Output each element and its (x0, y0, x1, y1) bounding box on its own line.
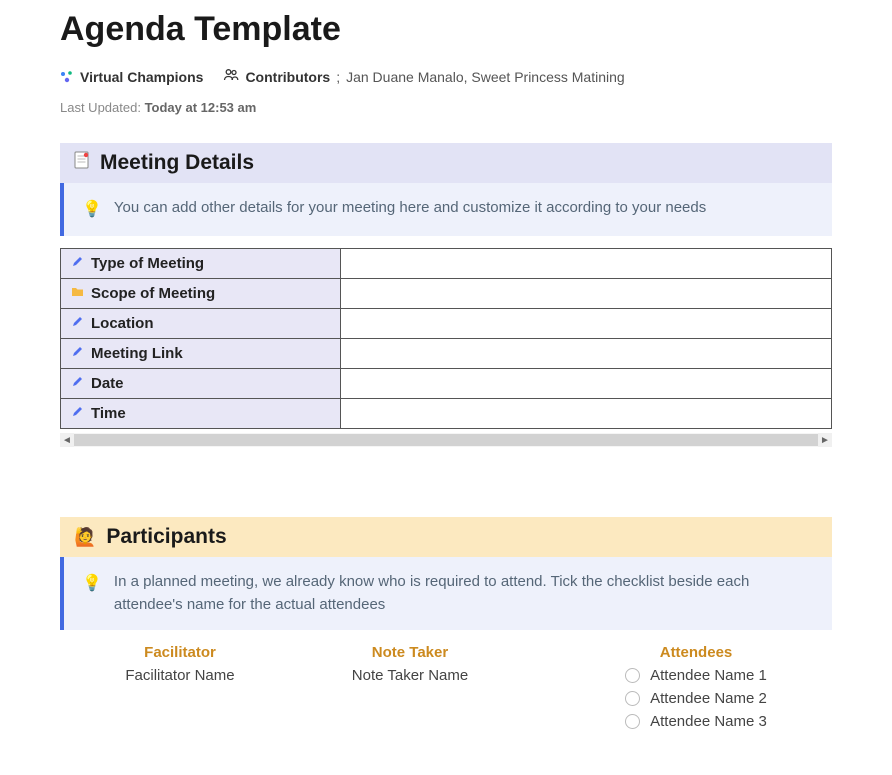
detail-value-cell[interactable] (341, 249, 832, 279)
table-row: Date (61, 369, 832, 399)
attendees-label: Attendees (560, 644, 832, 661)
team-icon (60, 70, 74, 84)
detail-label-cell[interactable]: Meeting Link (61, 339, 341, 369)
contributors-chip[interactable]: Contributors; Jan Duane Manalo, Sweet Pr… (223, 67, 624, 86)
detail-label-cell[interactable]: Time (61, 399, 341, 429)
detail-label-cell[interactable]: Date (61, 369, 341, 399)
pen-icon (71, 375, 84, 392)
notetaker-value[interactable]: Note Taker Name (310, 667, 510, 684)
detail-label: Date (91, 375, 124, 392)
page-title: Agenda Template (60, 10, 832, 49)
lightbulb-icon: 💡 (82, 198, 102, 222)
table-row: Scope of Meeting (61, 279, 832, 309)
list-item: Attendee Name 3 (625, 713, 767, 730)
detail-label: Time (91, 405, 126, 422)
participants-header: 🙋 Participants (60, 517, 832, 557)
last-updated-prefix: Last Updated: (60, 100, 145, 115)
note-page-icon (74, 151, 90, 175)
detail-label-cell[interactable]: Location (61, 309, 341, 339)
last-updated-value: Today at 12:53 am (145, 100, 257, 115)
participants-heading: Participants (106, 525, 226, 549)
team-chip[interactable]: Virtual Champions (60, 69, 203, 85)
meta-row: Virtual Champions Contributors; Jan Duan… (60, 67, 832, 86)
facilitator-col: Facilitator Facilitator Name (80, 644, 280, 736)
pen-icon (71, 345, 84, 362)
detail-label: Location (91, 315, 154, 332)
attendee-checkbox[interactable] (625, 714, 640, 729)
table-row: Type of Meeting (61, 249, 832, 279)
contributors-value: Jan Duane Manalo, Sweet Princess Matinin… (346, 69, 625, 85)
attendees-col: Attendees Attendee Name 1 Attendee Name … (560, 644, 832, 736)
meeting-details-table-wrap: Type of Meeting Scope of Meeting Locatio… (60, 248, 832, 447)
attendees-list: Attendee Name 1 Attendee Name 2 Attendee… (625, 667, 767, 736)
horizontal-scrollbar[interactable]: ◄ ► (60, 433, 832, 447)
attendee-checkbox[interactable] (625, 668, 640, 683)
table-row: Location (61, 309, 832, 339)
pen-icon (71, 255, 84, 272)
participants-callout-text: In a planned meeting, we already know wh… (114, 571, 814, 616)
contributors-label: Contributors (245, 69, 330, 85)
detail-value-cell[interactable] (341, 279, 832, 309)
attendee-name[interactable]: Attendee Name 1 (650, 667, 767, 684)
meeting-details-table: Type of Meeting Scope of Meeting Locatio… (60, 248, 832, 429)
detail-label: Type of Meeting (91, 255, 204, 272)
meeting-details-callout: 💡 You can add other details for your mee… (60, 183, 832, 236)
table-row: Meeting Link (61, 339, 832, 369)
attendee-name[interactable]: Attendee Name 3 (650, 713, 767, 730)
detail-label: Scope of Meeting (91, 285, 215, 302)
scroll-track[interactable] (74, 434, 818, 446)
attendee-name[interactable]: Attendee Name 2 (650, 690, 767, 707)
scroll-left-icon[interactable]: ◄ (60, 433, 74, 447)
participants-callout: 💡 In a planned meeting, we already know … (60, 557, 832, 630)
table-row: Time (61, 399, 832, 429)
detail-value-cell[interactable] (341, 369, 832, 399)
lightbulb-icon: 💡 (82, 572, 102, 596)
scroll-right-icon[interactable]: ► (818, 433, 832, 447)
detail-label-cell[interactable]: Type of Meeting (61, 249, 341, 279)
notetaker-col: Note Taker Note Taker Name (310, 644, 510, 736)
last-updated: Last Updated: Today at 12:53 am (60, 100, 832, 115)
detail-value-cell[interactable] (341, 339, 832, 369)
detail-value-cell[interactable] (341, 399, 832, 429)
roles-row: Facilitator Facilitator Name Note Taker … (60, 644, 832, 736)
attendee-checkbox[interactable] (625, 691, 640, 706)
contributors-sep: ; (336, 69, 340, 85)
pen-icon (71, 315, 84, 332)
people-icon (223, 67, 239, 86)
detail-label-cell[interactable]: Scope of Meeting (61, 279, 341, 309)
meeting-details-header: Meeting Details (60, 143, 832, 183)
raising-hand-icon: 🙋 (74, 527, 96, 548)
pen-icon (71, 405, 84, 422)
folder-icon (71, 285, 84, 302)
list-item: Attendee Name 2 (625, 690, 767, 707)
meeting-details-callout-text: You can add other details for your meeti… (114, 197, 706, 220)
meeting-details-heading: Meeting Details (100, 151, 254, 175)
list-item: Attendee Name 1 (625, 667, 767, 684)
facilitator-label: Facilitator (80, 644, 280, 661)
detail-label: Meeting Link (91, 345, 183, 362)
facilitator-value[interactable]: Facilitator Name (80, 667, 280, 684)
detail-value-cell[interactable] (341, 309, 832, 339)
notetaker-label: Note Taker (310, 644, 510, 661)
team-name: Virtual Champions (80, 69, 203, 85)
